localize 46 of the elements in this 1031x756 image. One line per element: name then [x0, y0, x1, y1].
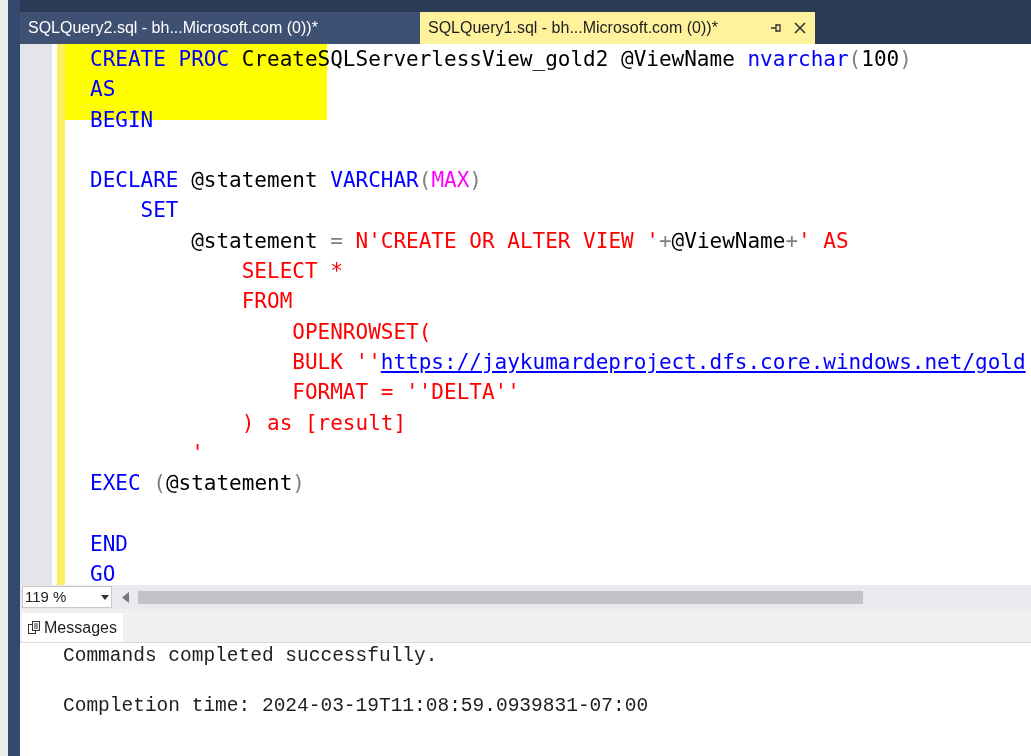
- code-token: +: [785, 227, 799, 255]
- close-icon[interactable]: [793, 21, 807, 35]
- url-link[interactable]: https://jaykumardeproject.dfs.core.windows.net/gold: [380, 346, 1026, 378]
- code-token: AS: [90, 76, 116, 104]
- code-token: @statement: [191, 167, 319, 195]
- code-token: FROM: [240, 288, 293, 316]
- code-token: SELECT *: [240, 258, 343, 286]
- document-tab[interactable]: SQLQuery1.sql - bh...Microsoft.com (0))*: [420, 12, 815, 44]
- code-token: MAX: [431, 167, 470, 195]
- pin-icon[interactable]: [769, 21, 783, 35]
- code-token: (: [418, 167, 432, 195]
- scroll-left-icon[interactable]: [122, 591, 129, 603]
- code-token: 100: [861, 46, 900, 73]
- code-token: SET: [139, 197, 179, 225]
- code-token: ' AS: [798, 227, 849, 255]
- code-token: FORMAT = ''DELTA'': [291, 379, 520, 407]
- code-token: ) as [result]: [240, 409, 407, 437]
- messages-icon: [28, 621, 40, 634]
- code-token: DECLARE: [90, 167, 180, 195]
- code-token: VARCHAR: [330, 167, 419, 195]
- code-token: N'CREATE OR ALTER VIEW ': [355, 227, 659, 255]
- horizontal-scrollbar[interactable]: [138, 590, 863, 604]
- code-token: END: [90, 530, 128, 558]
- code-token: ): [292, 470, 305, 498]
- code-token: (: [153, 470, 166, 498]
- code-token: CREATE PROC: [90, 46, 231, 73]
- messages-tab[interactable]: Messages: [22, 613, 123, 642]
- code-token: @ViewName: [671, 227, 786, 255]
- code-token: nvarchar: [747, 46, 849, 73]
- zoom-dropdown[interactable]: 119 %: [22, 586, 112, 608]
- code-token: +: [658, 227, 672, 255]
- message-text: Completion time: 2024-03-19T11:08:59.0939831-07:00: [63, 694, 650, 719]
- code-token: EXEC: [90, 470, 142, 498]
- code-token: (: [848, 46, 862, 73]
- message-text: Commands completed successfully.: [63, 644, 439, 669]
- code-token: OPENROWSET(: [291, 318, 432, 346]
- caret-icon: [101, 594, 109, 600]
- code-token: ): [899, 46, 912, 73]
- code-token: @statement: [190, 227, 319, 255]
- code-token: GO: [90, 561, 116, 585]
- code-token: @statement: [165, 470, 293, 498]
- code-token: =: [330, 227, 344, 255]
- document-tab[interactable]: SQLQuery2.sql - bh...Microsoft.com (0))*: [20, 12, 420, 44]
- code-token: ': [190, 439, 204, 467]
- code-token: ): [469, 167, 482, 195]
- code-token: BULK '': [291, 348, 381, 376]
